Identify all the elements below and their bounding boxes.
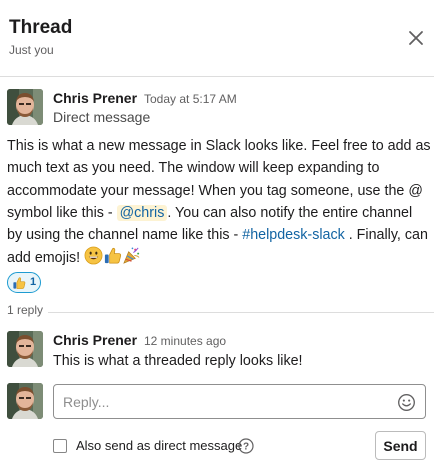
- question-icon: ?: [238, 438, 254, 454]
- message-text: This is what a new message in Slack look…: [7, 138, 431, 199]
- reply-input[interactable]: [63, 393, 383, 411]
- avatar[interactable]: [7, 89, 43, 125]
- divider: [48, 312, 434, 313]
- reaction-count: 1: [30, 276, 37, 288]
- thumbs-up-emoji: [103, 246, 122, 272]
- header-subtitle: Just you: [9, 43, 54, 57]
- reply-count: 1 reply: [7, 303, 44, 317]
- message-body: This is what a new message in Slack look…: [7, 135, 431, 273]
- emoji-button[interactable]: [397, 393, 416, 412]
- also-send-label[interactable]: Also send as direct message: [76, 438, 242, 453]
- party-popper-emoji: [122, 246, 141, 272]
- also-send-checkbox[interactable]: [53, 439, 67, 453]
- thread-header: Thread Just you: [0, 0, 434, 77]
- thumbs-up-emoji: [12, 276, 26, 293]
- reply-box: [53, 384, 426, 419]
- message-timestamp[interactable]: Today at 5:17 AM: [144, 92, 237, 106]
- avatar[interactable]: [7, 331, 43, 367]
- reaction-pill[interactable]: 1: [7, 272, 41, 293]
- channel-link[interactable]: #helpdesk-slack: [242, 227, 345, 243]
- avatar: [7, 383, 43, 419]
- smiley-icon: [398, 394, 415, 411]
- reply-author[interactable]: Chris Prener: [53, 332, 137, 348]
- send-button[interactable]: Send: [375, 431, 426, 460]
- svg-text:?: ?: [243, 442, 249, 453]
- reply-timestamp[interactable]: 12 minutes ago: [144, 334, 226, 348]
- message-author[interactable]: Chris Prener: [53, 90, 137, 106]
- grinning-emoji: [84, 246, 103, 272]
- message-subheading: Direct message: [53, 109, 151, 125]
- reply-text: This is what a threaded reply looks like…: [53, 353, 303, 369]
- close-button[interactable]: [402, 24, 430, 52]
- help-button[interactable]: ?: [238, 438, 254, 454]
- header-title: Thread: [9, 17, 73, 38]
- close-icon: [409, 31, 423, 45]
- user-mention[interactable]: @chris: [116, 204, 168, 221]
